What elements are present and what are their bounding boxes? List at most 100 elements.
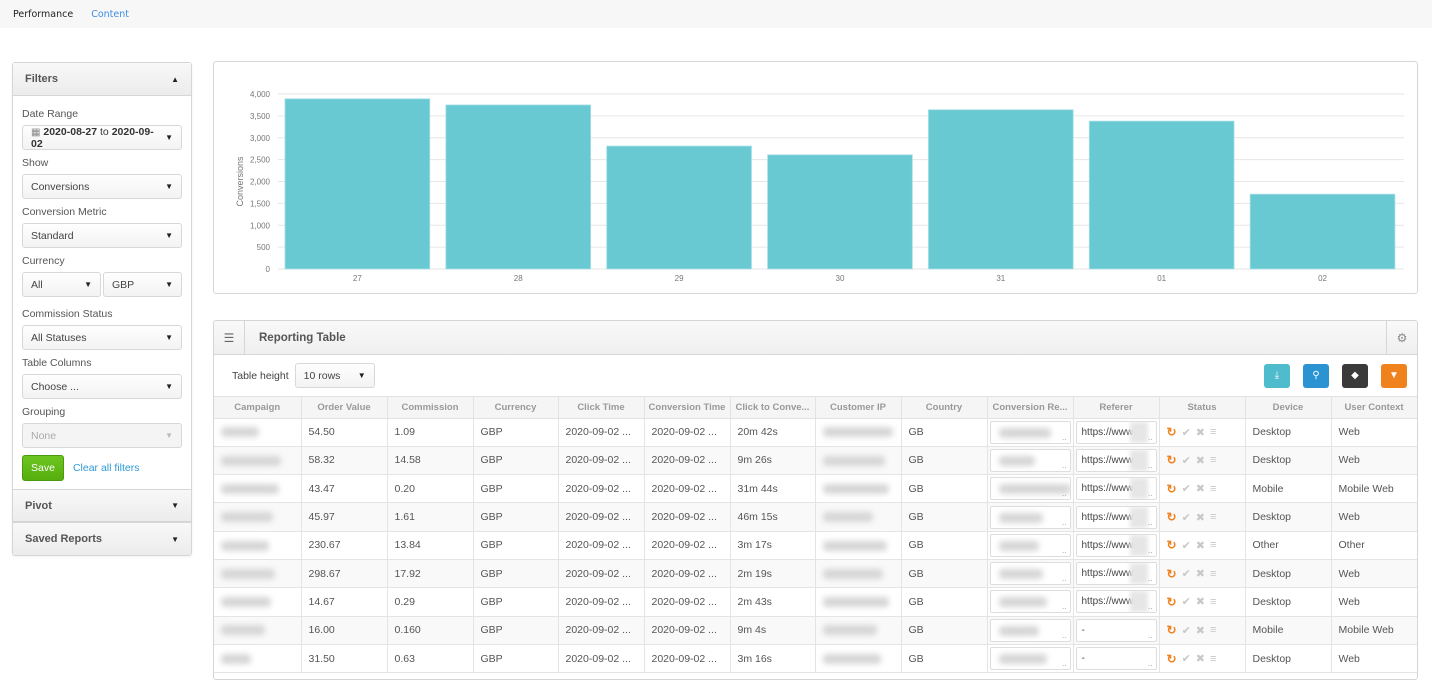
conversion-reference-field[interactable]: .. [989,533,1071,557]
column-header[interactable]: Currency [473,397,559,419]
bar-29[interactable] [606,145,752,270]
approve-icon[interactable]: ✔ [1182,482,1191,495]
bar-31[interactable] [928,109,1074,270]
retry-icon[interactable]: ↻ [1167,510,1177,524]
details-icon[interactable]: ≡ [1210,624,1216,636]
retry-icon[interactable]: ↻ [1167,623,1177,637]
column-header[interactable]: Status [1159,397,1246,419]
bar-01[interactable] [1088,120,1235,270]
approve-icon[interactable]: ✔ [1182,567,1191,580]
approve-icon[interactable]: ✔ [1182,454,1191,467]
conversion-reference-field[interactable]: .. [989,618,1071,642]
details-icon[interactable]: ≡ [1210,483,1216,495]
column-header[interactable]: Device [1245,397,1332,419]
bar-28[interactable] [445,104,592,270]
column-header[interactable]: Country [901,397,988,419]
date-range-picker[interactable]: ▦ 2020-08-27 to 2020-09-02 ▼ [22,125,182,150]
table-row[interactable]: 14.67 0.29 GBP 2020-09-02 ... 2020-09-02 ...… [214,587,1417,617]
reject-icon[interactable]: ✖ [1196,624,1205,637]
reject-icon[interactable]: ✖ [1196,595,1205,608]
column-header[interactable]: Customer IP [815,397,902,419]
retry-icon[interactable]: ↻ [1167,482,1177,496]
approve-icon[interactable]: ✔ [1182,539,1191,552]
referer-field[interactable]: -.. [1075,618,1157,642]
referer-field[interactable]: https://www... [1075,533,1157,557]
gear-icon[interactable]: ⚙ [1386,321,1417,355]
tab-performance[interactable]: Performance [13,9,73,20]
details-icon[interactable]: ≡ [1210,539,1216,551]
column-header[interactable]: Click to Conve... [730,397,816,419]
table-row[interactable]: 298.67 17.92 GBP 2020-09-02 ... 2020-09-02 .… [214,559,1417,589]
currency-scope-select[interactable]: All ▼ [22,272,101,297]
search-button[interactable]: ⚲ [1303,363,1329,388]
reject-icon[interactable]: ✖ [1196,567,1205,580]
reject-icon[interactable]: ✖ [1196,539,1205,552]
download-button[interactable]: ⤓ [1264,363,1290,388]
show-select[interactable]: Conversions ▼ [22,174,182,199]
conversion-reference-field[interactable]: .. [989,647,1071,671]
save-button[interactable]: Save [22,455,64,481]
column-header[interactable]: Referer [1073,397,1160,419]
table-row[interactable]: 16.00 0.160 GBP 2020-09-02 ... 2020-09-02 ..… [214,616,1417,645]
approve-icon[interactable]: ✔ [1182,652,1191,665]
commission-status-select[interactable]: All Statuses ▼ [22,325,182,350]
table-row[interactable]: 31.50 0.63 GBP 2020-09-02 ... 2020-09-02 ...… [214,644,1417,674]
conversion-reference-field[interactable]: .. [989,477,1071,501]
table-row[interactable]: 54.50 1.09 GBP 2020-09-02 ... 2020-09-02 ...… [214,418,1417,447]
table-row[interactable]: 45.97 1.61 GBP 2020-09-02 ... 2020-09-02 ...… [214,502,1417,532]
referer-field[interactable]: https://www... [1075,477,1157,501]
saved-reports-panel-header[interactable]: Saved Reports ▼ [13,522,191,555]
filter-button[interactable]: ▼ [1381,363,1407,388]
conversion-metric-select[interactable]: Standard ▼ [22,223,182,248]
column-header[interactable]: Campaign [214,397,302,419]
retry-icon[interactable]: ↻ [1167,652,1177,666]
column-header[interactable]: User Context [1331,397,1417,419]
approve-icon[interactable]: ✔ [1182,511,1191,524]
table-row[interactable]: 230.67 13.84 GBP 2020-09-02 ... 2020-09-02 .… [214,531,1417,560]
details-icon[interactable]: ≡ [1210,568,1216,580]
conversion-reference-field[interactable]: .. [989,562,1071,586]
retry-icon[interactable]: ↻ [1167,538,1177,552]
tab-content[interactable]: Content [91,9,129,20]
details-icon[interactable]: ≡ [1210,653,1216,665]
column-header[interactable]: Commission [387,397,474,419]
referer-field[interactable]: https://www... [1075,562,1157,586]
reject-icon[interactable]: ✖ [1196,511,1205,524]
filters-panel-header[interactable]: Filters ▲ [13,63,191,96]
conversion-reference-field[interactable]: .. [989,590,1071,614]
reject-icon[interactable]: ✖ [1196,426,1205,439]
conversion-reference-field[interactable]: .. [989,420,1071,444]
retry-icon[interactable]: ↻ [1167,453,1177,467]
referer-field[interactable]: https://www... [1075,448,1157,472]
reject-icon[interactable]: ✖ [1196,482,1205,495]
column-header[interactable]: Conversion Re... [987,397,1074,419]
approve-icon[interactable]: ✔ [1182,624,1191,637]
column-header[interactable]: Click Time [558,397,645,419]
approve-icon[interactable]: ✔ [1182,595,1191,608]
details-icon[interactable]: ≡ [1210,511,1216,523]
reject-icon[interactable]: ✖ [1196,454,1205,467]
retry-icon[interactable]: ↻ [1167,425,1177,439]
currency-select[interactable]: GBP ▼ [103,272,182,297]
bar-02[interactable] [1249,193,1396,270]
bar-27[interactable] [284,98,431,270]
table-row[interactable]: 58.32 14.58 GBP 2020-09-02 ... 2020-09-02 ..… [214,446,1417,476]
details-icon[interactable]: ≡ [1210,426,1216,438]
conversion-reference-field[interactable]: .. [989,448,1071,472]
table-columns-select[interactable]: Choose ... ▼ [22,374,182,399]
tag-button[interactable]: ◆ [1342,363,1368,388]
approve-icon[interactable]: ✔ [1182,426,1191,439]
bar-30[interactable] [767,154,913,270]
conversion-reference-field[interactable]: .. [989,505,1071,529]
referer-field[interactable]: https://www... [1075,505,1157,529]
table-height-select[interactable]: 10 rows ▼ [294,363,375,388]
column-header[interactable]: Conversion Time [644,397,731,419]
column-header[interactable]: Order Value [301,397,388,419]
retry-icon[interactable]: ↻ [1167,595,1177,609]
table-row[interactable]: 43.47 0.20 GBP 2020-09-02 ... 2020-09-02 ...… [214,474,1417,504]
referer-field[interactable]: https://www... [1075,590,1157,614]
details-icon[interactable]: ≡ [1210,454,1216,466]
details-icon[interactable]: ≡ [1210,596,1216,608]
clear-all-filters-link[interactable]: Clear all filters [73,462,140,474]
reject-icon[interactable]: ✖ [1196,652,1205,665]
